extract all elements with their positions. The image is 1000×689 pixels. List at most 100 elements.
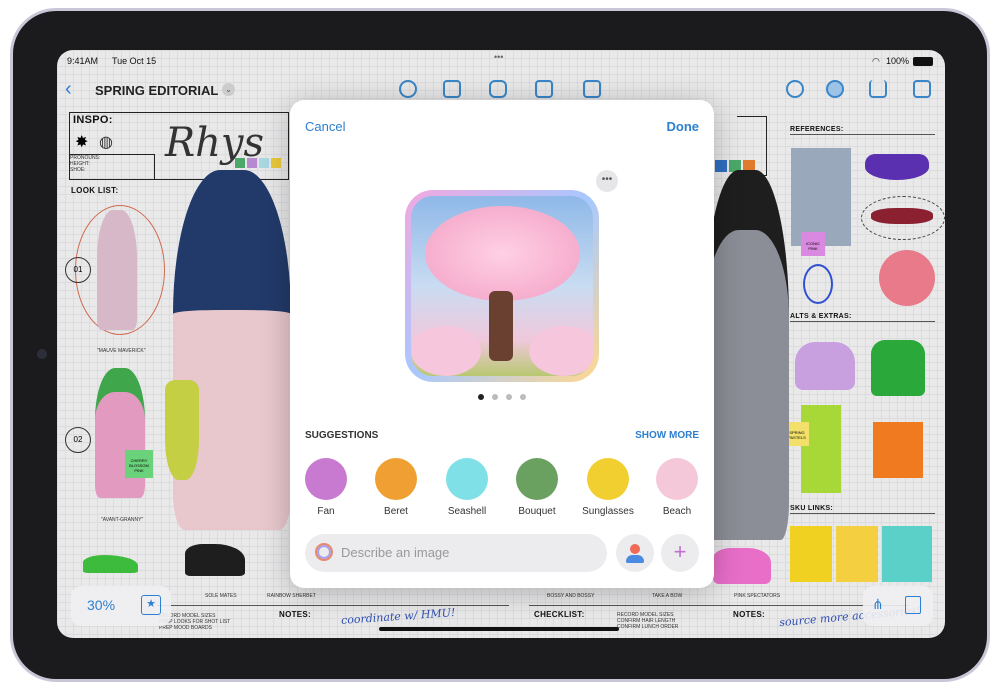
collaborate-icon[interactable] xyxy=(826,80,844,98)
more-options-icon[interactable]: ••• xyxy=(596,170,618,192)
suggestion-seashell[interactable]: Seashell xyxy=(437,458,497,517)
sticky-note[interactable]: ICONIC PINK xyxy=(801,232,825,256)
suggestion-label: Beach xyxy=(662,506,692,517)
purple-bag[interactable] xyxy=(795,342,855,390)
suggestion-bouquet[interactable]: Bouquet xyxy=(507,458,567,517)
orange-top[interactable] xyxy=(873,422,923,478)
look-name-01: "MAUVE MAVERICK" xyxy=(97,348,146,354)
pen-icon[interactable] xyxy=(399,80,417,98)
done-button[interactable]: Done xyxy=(667,119,700,134)
red-sunglasses[interactable] xyxy=(871,208,933,224)
swatch xyxy=(259,158,269,168)
sku-card[interactable] xyxy=(836,526,878,582)
blossom-bush xyxy=(411,326,481,376)
prompt-placeholder: Describe an image xyxy=(341,545,450,560)
look-number-02: 02 xyxy=(65,427,91,453)
wifi-icon: ◠ xyxy=(872,56,880,66)
image-playground-sheet: Cancel Done ••• SUGGESTIONS SHOW MORE Fa… xyxy=(290,100,714,588)
black-shoes[interactable] xyxy=(185,544,245,576)
flower-plate[interactable] xyxy=(879,250,935,306)
title-chevron-down-icon[interactable]: ⌄ xyxy=(222,83,235,96)
purple-sunglasses[interactable] xyxy=(865,154,929,180)
divider xyxy=(157,605,509,606)
media-icon[interactable] xyxy=(583,80,601,98)
mesh-bag-lemons[interactable] xyxy=(165,380,199,480)
cherry-blossom-tree-image xyxy=(411,196,593,376)
share-icon[interactable] xyxy=(869,80,887,98)
seashell-icon xyxy=(446,458,488,500)
add-button[interactable]: + xyxy=(661,534,699,572)
shoe-label: SHOE: xyxy=(70,167,86,173)
page-dot-active[interactable] xyxy=(478,394,484,400)
favorite-star-icon[interactable]: ★ xyxy=(141,595,161,615)
back-chevron-icon[interactable]: ‹ xyxy=(65,78,72,101)
describe-image-input[interactable]: Describe an image xyxy=(305,534,607,572)
suggestion-label: Fan xyxy=(317,506,335,517)
status-date: Tue Oct 15 xyxy=(112,56,157,66)
person-icon xyxy=(630,544,640,554)
swatches-left xyxy=(235,158,281,168)
bottom-right-controls: ⋔ xyxy=(863,586,933,626)
page-dot[interactable] xyxy=(520,394,526,400)
shapes-icon[interactable] xyxy=(489,80,507,98)
suggestion-label: Beret xyxy=(384,506,408,517)
look-number-01: 01 xyxy=(65,257,91,283)
page-dot[interactable] xyxy=(506,394,512,400)
home-indicator[interactable] xyxy=(379,627,619,631)
connector-icon[interactable]: ⋔ xyxy=(872,596,884,613)
look-name-02: "AVANT-GRANNY" xyxy=(101,517,144,523)
shoe-label: BOSSY AND BOSSY xyxy=(547,593,595,599)
suggestion-fan[interactable]: Fan xyxy=(296,458,356,517)
text-box-icon[interactable] xyxy=(535,80,553,98)
multitask-dots-icon[interactable]: ••• xyxy=(494,52,503,62)
page-dot[interactable] xyxy=(492,394,498,400)
model-right[interactable] xyxy=(705,170,789,540)
blossom-canopy xyxy=(425,206,580,301)
divider xyxy=(790,321,935,322)
handwritten-note[interactable]: coordinate w/ HMU! xyxy=(341,606,456,627)
person-button[interactable] xyxy=(616,534,654,572)
shoe-label: SOLE MATES xyxy=(205,593,237,599)
sku-links-label: SKU LINKS: xyxy=(790,505,834,512)
suggestion-sunglasses[interactable]: Sunglasses xyxy=(578,458,638,517)
globe-icon: ◍ xyxy=(99,134,113,151)
alts-label: ALTS & EXTRAS: xyxy=(790,313,852,320)
notes-label: NOTES: xyxy=(733,610,766,619)
undo-icon[interactable] xyxy=(786,80,804,98)
person-body xyxy=(626,555,644,563)
note-icon[interactable] xyxy=(443,80,461,98)
checklist[interactable]: RECORD MODEL SIZES CONFIRM HAIR LENGTH C… xyxy=(617,612,678,630)
green-pants[interactable] xyxy=(801,405,841,493)
compose-icon[interactable] xyxy=(913,80,931,98)
suggestion-beach[interactable]: Beach xyxy=(647,458,707,517)
suggestion-label: Bouquet xyxy=(518,506,556,517)
page-dots[interactable] xyxy=(478,394,526,400)
shoe-label: RAINBOW SHERBET xyxy=(267,593,316,599)
board-title[interactable]: SPRING EDITORIAL xyxy=(95,83,218,98)
zoom-control[interactable]: 30% ★ xyxy=(71,586,171,626)
checklist-item[interactable]: CONFIRM LUNCH ORDER xyxy=(617,624,678,630)
sticky-note[interactable]: CHERRY BLOSSOM PINK xyxy=(125,450,153,478)
suggestions-heading: SUGGESTIONS xyxy=(305,430,379,441)
sku-card[interactable] xyxy=(882,526,932,582)
look-list-label: LOOK LIST: xyxy=(71,186,119,195)
sku-card[interactable] xyxy=(790,526,832,582)
green-bag[interactable] xyxy=(871,340,925,396)
blue-cable[interactable] xyxy=(803,264,833,304)
pink-shoes[interactable] xyxy=(713,548,771,584)
zoom-level[interactable]: 30% xyxy=(87,597,115,613)
sunglasses-icon xyxy=(587,458,629,500)
generated-image[interactable] xyxy=(405,190,599,382)
green-shoes[interactable] xyxy=(83,555,138,573)
notes-label: NOTES: xyxy=(279,610,312,619)
image-playground-icon xyxy=(315,543,333,561)
suggestion-label: Seashell xyxy=(447,506,487,517)
show-more-button[interactable]: SHOW MORE xyxy=(635,430,699,441)
star-icon: ✸ xyxy=(75,134,89,151)
suggestion-beret[interactable]: Beret xyxy=(366,458,426,517)
checklist-label: CHECKLIST: xyxy=(534,610,585,619)
model-mauve-maverick[interactable] xyxy=(97,210,137,330)
cancel-button[interactable]: Cancel xyxy=(305,119,345,134)
grid-icon[interactable] xyxy=(905,596,921,614)
model-avant-granny[interactable] xyxy=(95,368,145,498)
